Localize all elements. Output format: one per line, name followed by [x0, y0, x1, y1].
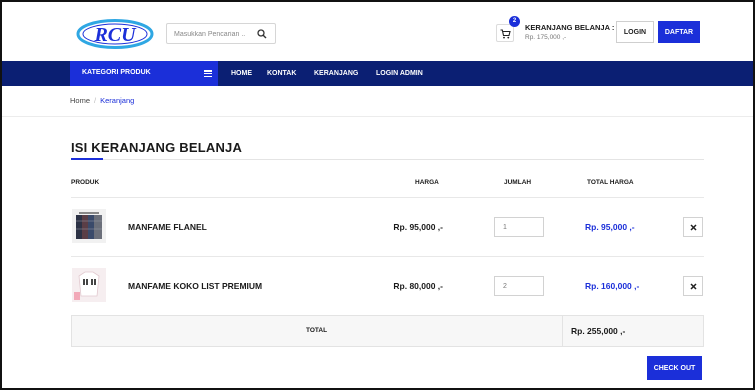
rcu-logo[interactable]: RCU: [76, 19, 154, 49]
page-title: ISI KERANJANG BELANJA: [71, 140, 243, 155]
divider: [71, 197, 704, 198]
login-button[interactable]: LOGIN: [616, 21, 654, 43]
total-value: Rp. 255,000 ,-: [571, 326, 626, 336]
divider: [2, 116, 753, 117]
product-name[interactable]: MANFAME FLANEL: [128, 222, 207, 232]
main-navbar: KATEGORI PRODUK HOME KONTAK KERANJANG LO…: [2, 61, 753, 86]
quantity-input[interactable]: [494, 217, 544, 237]
nav-link-login-admin[interactable]: LOGIN ADMIN: [376, 70, 423, 77]
divider: [562, 316, 563, 346]
breadcrumb-home[interactable]: Home: [70, 96, 90, 105]
cart-icon: [500, 29, 511, 39]
product-name[interactable]: MANFAME KOKO LIST PREMIUM: [128, 281, 262, 291]
category-menu-button[interactable]: KATEGORI PRODUK: [70, 61, 218, 86]
menu-list-icon: [204, 70, 212, 78]
cart-total-amount: Rp. 175,000 ,-: [525, 34, 567, 41]
search-icon[interactable]: [257, 29, 267, 39]
cart-total-row: TOTAL Rp. 255,000 ,-: [71, 315, 704, 347]
title-underline: [71, 158, 103, 160]
category-menu-label: KATEGORI PRODUK: [82, 69, 151, 76]
breadcrumb-separator: /: [94, 96, 97, 105]
nav-link-kontak[interactable]: KONTAK: [267, 70, 296, 77]
divider: [71, 256, 704, 257]
total-label: TOTAL: [306, 327, 328, 334]
cart-button[interactable]: [496, 24, 514, 42]
column-header-product: PRODUK: [71, 179, 100, 186]
nav-link-keranjang[interactable]: KERANJANG: [314, 70, 358, 77]
search-box: [166, 23, 276, 44]
product-price: Rp. 95,000 ,-: [393, 222, 443, 232]
product-thumbnail[interactable]: [72, 209, 106, 243]
cart-title[interactable]: KERANJANG BELANJA :: [525, 23, 614, 32]
breadcrumb: Home / Keranjang: [70, 96, 134, 105]
column-header-price: HARGA: [415, 179, 439, 186]
nav-link-home[interactable]: HOME: [231, 70, 252, 77]
search-input[interactable]: [174, 27, 256, 41]
line-total: Rp. 95,000 ,-: [585, 222, 635, 232]
line-total: Rp. 160,000 ,-: [585, 281, 640, 291]
close-icon: [690, 224, 697, 231]
checkout-button[interactable]: CHECK OUT: [647, 356, 702, 380]
divider: [103, 159, 704, 160]
register-button[interactable]: DAFTAR: [658, 21, 700, 43]
product-price: Rp. 80,000 ,-: [393, 281, 443, 291]
product-thumbnail[interactable]: [72, 268, 106, 302]
remove-item-button[interactable]: [683, 217, 703, 237]
remove-item-button[interactable]: [683, 276, 703, 296]
cart-count-badge: 2: [509, 16, 520, 27]
breadcrumb-current: Keranjang: [100, 96, 135, 105]
close-icon: [690, 283, 697, 290]
svg-text:RCU: RCU: [93, 24, 137, 46]
column-header-line-total: TOTAL HARGA: [587, 179, 634, 186]
column-header-qty: JUMLAH: [504, 179, 532, 186]
quantity-input[interactable]: [494, 276, 544, 296]
